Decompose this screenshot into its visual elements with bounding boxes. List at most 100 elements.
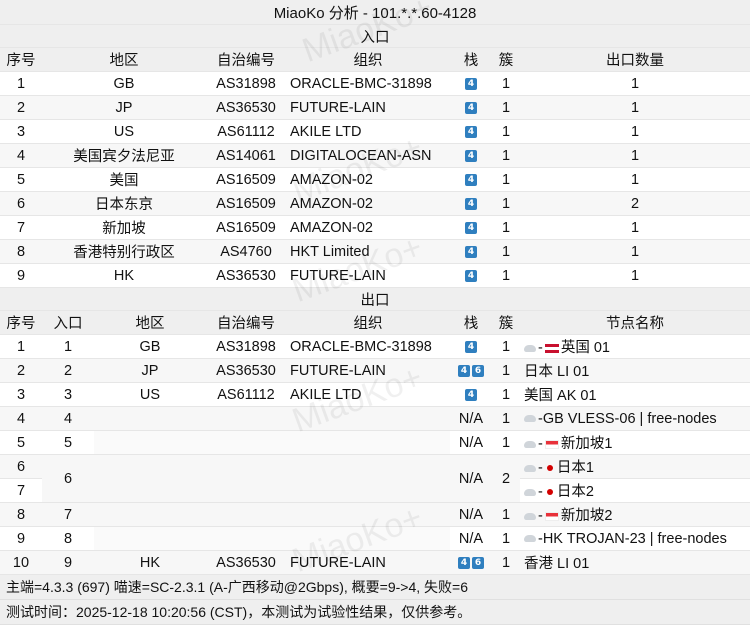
- row-asn: AS31898: [206, 334, 286, 359]
- row-entry: 8: [42, 526, 94, 551]
- stack-cell: 4: [450, 191, 492, 216]
- row-org: AKILE LTD: [286, 382, 450, 407]
- header-idx: 序号: [0, 47, 42, 72]
- row-entry: 1: [42, 334, 94, 359]
- row-node-name: - 新加坡2: [520, 502, 750, 527]
- row-cluster: 1: [492, 526, 520, 551]
- table-row: 6 日本东京 AS16509 AMAZON-02 4 1 2: [0, 191, 750, 216]
- row-stack-na: N/A: [450, 406, 492, 431]
- row-entry: 5: [42, 430, 94, 455]
- node-name-text: 新加坡2: [560, 508, 613, 524]
- row-empty: [94, 406, 450, 431]
- node-name-text: 英国 01: [560, 340, 611, 356]
- node-prefix: -: [538, 436, 543, 452]
- section-title-entry: 入口: [0, 24, 750, 48]
- jp-flag-icon: [545, 463, 555, 473]
- row-exit-count: 1: [520, 263, 750, 288]
- row-entry: 9: [42, 550, 94, 575]
- row-index: 3: [0, 119, 42, 144]
- row-region: 日本东京: [42, 191, 206, 216]
- ip-version-badge: 4: [465, 77, 477, 90]
- header-stack: 栈: [450, 310, 492, 335]
- row-node-name: - 日本2: [520, 478, 750, 503]
- footer-summary: 主端=4.3.3 (697) 喵速=SC-2.3.1 (A-广西移动@2Gbps…: [0, 574, 750, 600]
- cloud-icon: [524, 535, 536, 543]
- row-index: 9: [0, 263, 42, 288]
- row-index: 7: [0, 215, 42, 240]
- table-row: 8 7 N/A 1 - 新加坡2: [0, 502, 750, 527]
- node-name-text: -HK TROJAN-23 | free-nodes: [538, 530, 727, 547]
- row-index: 6: [0, 454, 42, 479]
- row-cluster: 1: [492, 167, 520, 192]
- row-org: AKILE LTD: [286, 119, 450, 144]
- row-region: 美国宾夕法尼亚: [42, 143, 206, 168]
- header-cluster: 簇: [492, 310, 520, 335]
- ip-version-badge: 4: [465, 149, 477, 162]
- header-asn: 自治编号: [206, 47, 286, 72]
- table-row: 8 香港特别行政区 AS4760 HKT Limited 4 1 1: [0, 239, 750, 264]
- row-asn: AS14061: [206, 143, 286, 168]
- row-cluster: 2: [492, 454, 520, 503]
- row-cluster: 1: [492, 406, 520, 431]
- node-name-text: 日本 LI 01: [524, 364, 590, 380]
- row-stack-na: N/A: [450, 502, 492, 527]
- row-cluster: 1: [492, 119, 520, 144]
- row-region: 新加坡: [42, 215, 206, 240]
- row-cluster: 1: [492, 502, 520, 527]
- header-count: 出口数量: [520, 47, 750, 72]
- row-index: 9: [0, 526, 42, 551]
- row-asn: AS36530: [206, 358, 286, 383]
- row-asn: AS16509: [206, 167, 286, 192]
- row-region: 美国: [42, 167, 206, 192]
- ip-version-badge: 4: [465, 173, 477, 186]
- stack-cell: 46: [450, 358, 492, 383]
- row-org: ORACLE-BMC-31898: [286, 71, 450, 96]
- ip-version-badge: 4: [465, 101, 477, 114]
- row-index: 3: [0, 382, 42, 407]
- table-row: 9 HK AS36530 FUTURE-LAIN 4 1 1: [0, 263, 750, 288]
- header-org: 组织: [286, 47, 450, 72]
- table-row: 3 3 US AS61112 AKILE LTD 4 1 美国 AK 01: [0, 382, 750, 407]
- row-index: 5: [0, 167, 42, 192]
- row-org: AMAZON-02: [286, 167, 450, 192]
- cloud-icon: [524, 464, 536, 472]
- node-prefix: -: [538, 508, 543, 524]
- header-node: 节点名称: [520, 310, 750, 335]
- node-name-text: -GB VLESS-06 | free-nodes: [538, 410, 717, 427]
- row-cluster: 1: [492, 71, 520, 96]
- stack-cell: 4: [450, 263, 492, 288]
- header-org: 组织: [286, 310, 450, 335]
- row-region: US: [94, 382, 206, 407]
- row-index: 6: [0, 191, 42, 216]
- row-region: HK: [42, 263, 206, 288]
- row-empty: [94, 430, 450, 455]
- row-stack-na: N/A: [450, 526, 492, 551]
- row-empty: [94, 526, 450, 551]
- table-row: 2 2 JP AS36530 FUTURE-LAIN 4 6 1 日本 LI 01: [0, 358, 750, 383]
- row-org: DIGITALOCEAN-ASN: [286, 143, 450, 168]
- row-asn: AS16509: [206, 191, 286, 216]
- row-org: FUTURE-LAIN: [286, 358, 450, 383]
- table-row: 10 9 HK AS36530 FUTURE-LAIN 4 6 1 香港 LI 01: [0, 550, 750, 575]
- row-cluster: 1: [492, 334, 520, 359]
- table-row: 7 新加坡 AS16509 AMAZON-02 4 1 1: [0, 215, 750, 240]
- report-title: MiaoKo 分析 - 101.*.*.60-4128: [0, 0, 750, 25]
- ip-version-badge: 4: [465, 125, 477, 138]
- row-node-name: 日本 LI 01: [520, 358, 750, 383]
- ip-version-badge: 4: [465, 221, 477, 234]
- node-name-text: 日本1: [556, 460, 594, 476]
- row-org: FUTURE-LAIN: [286, 263, 450, 288]
- section-title-exit: 出口: [0, 287, 750, 311]
- row-asn: AS31898: [206, 71, 286, 96]
- row-exit-count: 1: [520, 215, 750, 240]
- table-row: 6 6 N/A 2- 日本1: [0, 454, 750, 503]
- row-asn: AS61112: [206, 119, 286, 144]
- table-row: 5 美国 AS16509 AMAZON-02 4 1 1: [0, 167, 750, 192]
- ip-version-badge: 4: [465, 245, 477, 258]
- row-asn: AS36530: [206, 550, 286, 575]
- row-index: 4: [0, 143, 42, 168]
- header-entry: 入口: [42, 310, 94, 335]
- row-region: GB: [42, 71, 206, 96]
- row-region: US: [42, 119, 206, 144]
- row-org: AMAZON-02: [286, 215, 450, 240]
